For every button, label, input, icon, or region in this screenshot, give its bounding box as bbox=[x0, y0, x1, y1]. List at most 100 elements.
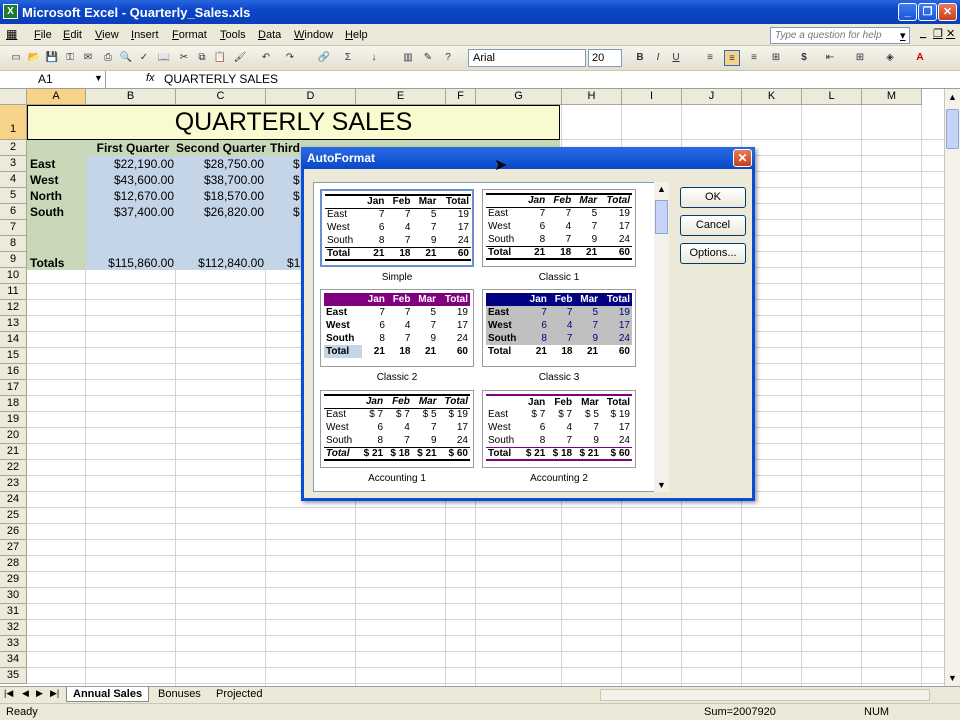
row-header[interactable]: 11 bbox=[0, 284, 27, 300]
font-color-icon[interactable]: A bbox=[912, 50, 928, 66]
format-gallery[interactable]: Jan Feb Mar Total East 7 7 5 19 West 6 4 7 17 South 8 7 9… bbox=[313, 182, 658, 492]
tab-annual-sales[interactable]: Annual Sales bbox=[66, 687, 150, 702]
formula-input[interactable]: QUARTERLY SALES bbox=[164, 72, 278, 86]
cancel-button[interactable]: Cancel bbox=[680, 215, 746, 236]
row-header[interactable]: 9 bbox=[0, 252, 27, 268]
scroll-up-icon[interactable]: ▲ bbox=[945, 89, 960, 105]
underline-icon[interactable]: U bbox=[668, 50, 684, 66]
menu-window[interactable]: Window bbox=[294, 29, 333, 41]
row-label[interactable]: South bbox=[30, 204, 86, 220]
autosum-icon[interactable]: Σ bbox=[340, 50, 356, 66]
row-header[interactable]: 3 bbox=[0, 156, 27, 172]
namebox-dropdown-icon[interactable]: ▼ bbox=[94, 73, 103, 83]
row-header[interactable]: 6 bbox=[0, 204, 27, 220]
dialog-title-bar[interactable]: AutoFormat ✕ bbox=[301, 147, 755, 169]
gallery-scrollbar[interactable]: ▲ ▼ bbox=[654, 182, 669, 492]
format-label[interactable]: Simple bbox=[320, 272, 474, 283]
menu-tools[interactable]: Tools bbox=[220, 29, 246, 41]
menu-file[interactable]: File bbox=[34, 29, 52, 41]
permission-icon[interactable]: ⚿ bbox=[62, 50, 78, 66]
row-label[interactable]: North bbox=[30, 188, 86, 204]
row-header[interactable]: 17 bbox=[0, 380, 27, 396]
row-header[interactable]: 4 bbox=[0, 172, 27, 188]
menu-insert[interactable]: Insert bbox=[131, 29, 159, 41]
menu-view[interactable]: View bbox=[95, 29, 119, 41]
next-sheet-icon[interactable]: ▶ bbox=[36, 688, 43, 699]
cut-icon[interactable]: ✂ bbox=[176, 50, 192, 66]
row-header[interactable]: 23 bbox=[0, 476, 27, 492]
close-button[interactable]: ✕ bbox=[938, 3, 957, 21]
format-label[interactable]: Classic 1 bbox=[482, 272, 636, 283]
menu-format[interactable]: Format bbox=[172, 29, 207, 41]
cell-first-quarter[interactable]: $12,670.00 bbox=[88, 188, 174, 204]
doc-close-button[interactable]: ✕ bbox=[946, 27, 955, 40]
open-icon[interactable]: 📂 bbox=[26, 50, 42, 66]
row-header[interactable]: 1 bbox=[0, 105, 27, 140]
row-header[interactable]: 20 bbox=[0, 428, 27, 444]
tab-bonuses[interactable]: Bonuses bbox=[152, 687, 207, 703]
row-label[interactable]: East bbox=[30, 156, 86, 172]
row-header[interactable]: 21 bbox=[0, 444, 27, 460]
row-header[interactable]: 25 bbox=[0, 508, 27, 524]
last-sheet-icon[interactable]: ▶| bbox=[50, 688, 59, 699]
header-third-quarter[interactable]: Third bbox=[270, 140, 302, 156]
row-header[interactable]: 18 bbox=[0, 396, 27, 412]
row-header[interactable]: 24 bbox=[0, 492, 27, 508]
align-left-icon[interactable]: ≡ bbox=[702, 50, 718, 66]
vertical-scrollbar[interactable]: ▲ ▼ bbox=[944, 89, 960, 686]
cell-first-quarter[interactable]: $43,600.00 bbox=[88, 172, 174, 188]
totals-first-quarter[interactable]: $115,860.00 bbox=[88, 255, 174, 271]
column-header[interactable]: A bbox=[27, 89, 86, 105]
print-preview-icon[interactable]: 🔍 bbox=[118, 50, 134, 66]
restore-button[interactable]: ❐ bbox=[918, 3, 937, 21]
row-header[interactable]: 15 bbox=[0, 348, 27, 364]
undo-icon[interactable]: ↶ bbox=[258, 50, 274, 66]
column-header[interactable]: H bbox=[562, 89, 622, 105]
print-icon[interactable]: ⎙ bbox=[100, 50, 116, 66]
row-header[interactable]: 28 bbox=[0, 556, 27, 572]
fx-icon[interactable]: fx bbox=[146, 72, 155, 84]
column-header[interactable]: E bbox=[356, 89, 446, 105]
font-size-select[interactable]: 20 bbox=[588, 49, 622, 67]
menu-edit[interactable]: Edit bbox=[63, 29, 82, 41]
row-header[interactable]: 13 bbox=[0, 316, 27, 332]
workbook-icon[interactable]: ▦ bbox=[6, 27, 17, 41]
save-icon[interactable]: 💾 bbox=[44, 50, 60, 66]
select-all-corner[interactable] bbox=[0, 89, 27, 105]
row-header[interactable]: 2 bbox=[0, 140, 27, 156]
format-painter-icon[interactable]: 🖌 bbox=[232, 50, 248, 66]
row-header[interactable]: 31 bbox=[0, 604, 27, 620]
row-header[interactable]: 35 bbox=[0, 668, 27, 684]
doc-restore-button[interactable]: ❐ bbox=[933, 27, 943, 40]
redo-icon[interactable]: ↷ bbox=[282, 50, 298, 66]
format-label[interactable]: Accounting 1 bbox=[320, 473, 474, 484]
hyperlink-icon[interactable]: 🔗 bbox=[316, 50, 332, 66]
column-header[interactable]: F bbox=[446, 89, 476, 105]
spelling-icon[interactable]: ✓ bbox=[136, 50, 152, 66]
column-header[interactable]: G bbox=[476, 89, 562, 105]
row-header[interactable]: 7 bbox=[0, 220, 27, 236]
tab-projected[interactable]: Projected bbox=[210, 687, 268, 703]
bold-icon[interactable]: B bbox=[632, 50, 648, 66]
chart-wizard-icon[interactable]: ▥ bbox=[400, 50, 416, 66]
gallery-scroll-down-icon[interactable]: ▼ bbox=[654, 480, 669, 490]
row-header[interactable]: 26 bbox=[0, 524, 27, 540]
format-option-accounting-2[interactable]: Jan Feb Mar Total East $ 7 $ 7 $ 5 $ 19 West 6 4 7 17… bbox=[482, 390, 636, 468]
help-dropdown-icon[interactable]: ▾ bbox=[900, 29, 906, 42]
help-search-input[interactable]: Type a question for help bbox=[770, 27, 910, 44]
row-header[interactable]: 8 bbox=[0, 236, 27, 252]
help-icon[interactable]: ? bbox=[440, 50, 456, 66]
header-first-quarter[interactable]: First Quarter bbox=[90, 140, 176, 156]
copy-icon[interactable]: ⧉ bbox=[194, 50, 210, 66]
sort-ascending-icon[interactable]: ↓ bbox=[366, 50, 382, 66]
totals-label[interactable]: Totals bbox=[30, 255, 86, 271]
fill-color-icon[interactable]: ◈ bbox=[882, 50, 898, 66]
row-header[interactable]: 30 bbox=[0, 588, 27, 604]
scroll-down-icon[interactable]: ▼ bbox=[945, 670, 960, 686]
column-header[interactable]: B bbox=[86, 89, 176, 105]
research-icon[interactable]: 📖 bbox=[156, 50, 172, 66]
format-label[interactable]: Accounting 2 bbox=[482, 473, 636, 484]
cell-second-quarter[interactable]: $38,700.00 bbox=[178, 172, 264, 188]
column-header[interactable]: D bbox=[266, 89, 356, 105]
row-header[interactable]: 10 bbox=[0, 268, 27, 284]
